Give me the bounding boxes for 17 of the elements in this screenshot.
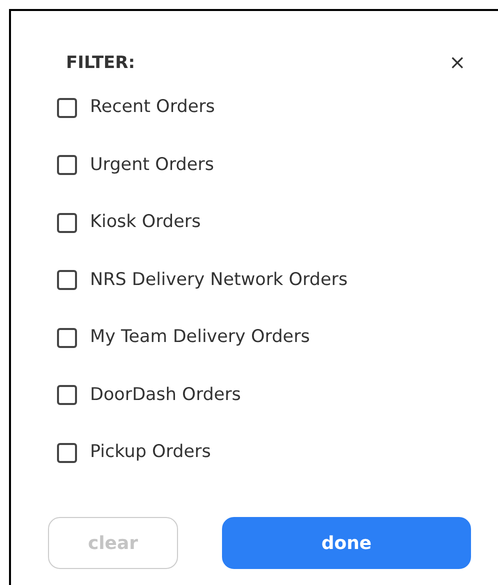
checkbox[interactable]	[57, 442, 77, 462]
option-label: NRS Delivery Network Orders	[90, 268, 348, 292]
close-button[interactable]: ×	[447, 52, 468, 72]
option-label: My Team Delivery Orders	[90, 326, 310, 350]
checkbox[interactable]	[57, 155, 77, 175]
option-label: Recent Orders	[90, 96, 215, 120]
option-label: Urgent Orders	[90, 154, 214, 177]
checkbox[interactable]	[57, 98, 77, 118]
option-label: Pickup Orders	[90, 441, 211, 464]
checkbox[interactable]	[57, 270, 77, 290]
done-button[interactable]: done	[222, 517, 471, 569]
option-label: DoorDash Orders	[90, 384, 241, 407]
checkbox[interactable]	[57, 385, 77, 405]
checkbox[interactable]	[57, 212, 77, 232]
option-label: Kiosk Orders	[90, 211, 201, 234]
filter-title: FILTER:	[66, 52, 136, 75]
checkbox[interactable]	[57, 328, 77, 348]
